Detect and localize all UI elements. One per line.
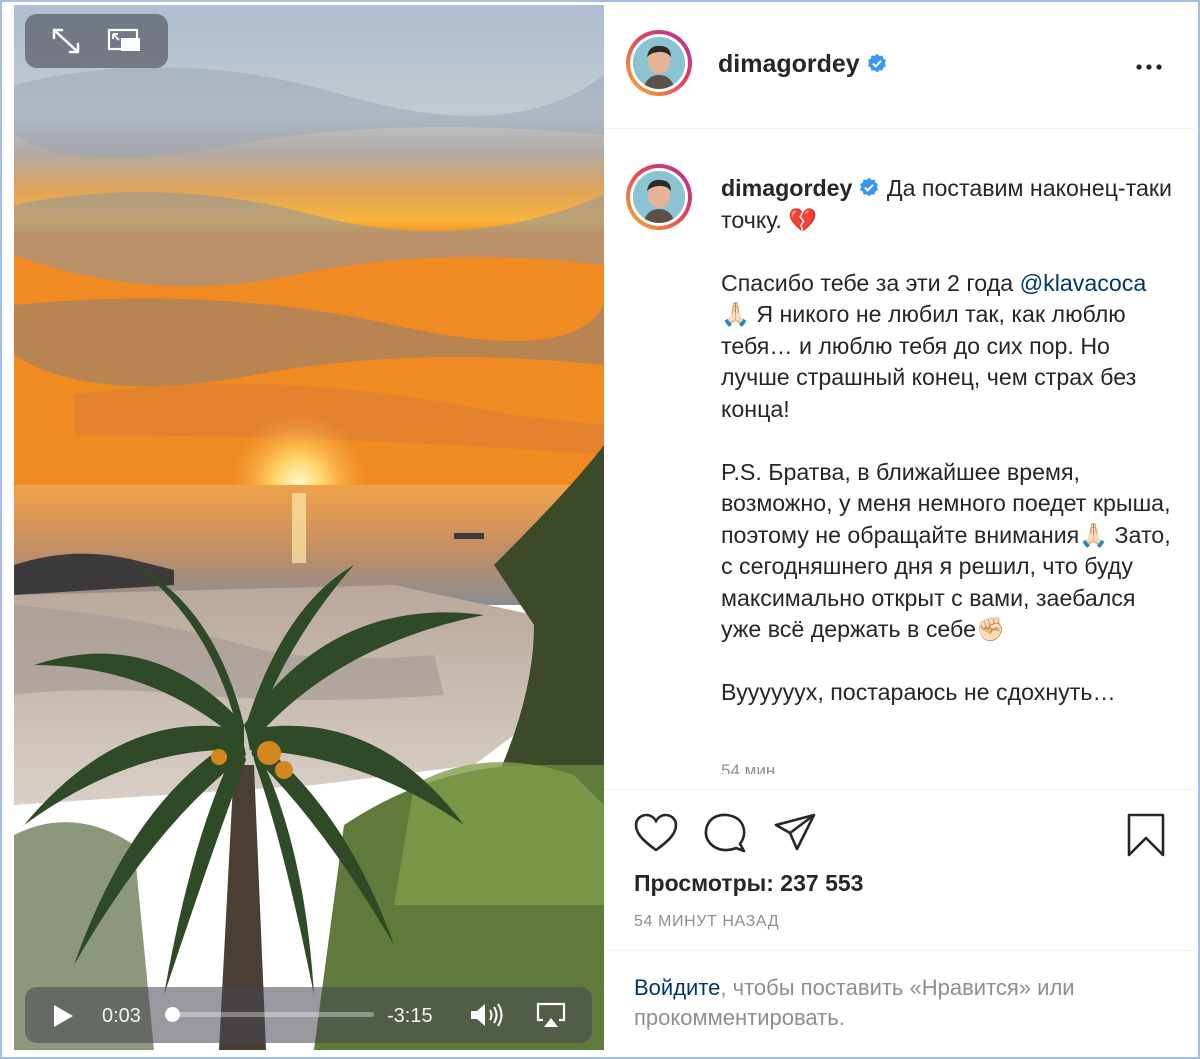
posted-time[interactable]: 54 МИНУТ НАЗАД [634, 913, 779, 931]
pip-controls [25, 14, 168, 68]
seek-knob[interactable] [165, 1007, 181, 1022]
volume-icon[interactable] [469, 1000, 505, 1030]
video-player[interactable]: 0:03 -3:15 [14, 5, 604, 1050]
caption-text-2a: Спасибо тебе за эти 2 года [721, 269, 1020, 296]
remaining-time: -3:15 [387, 1005, 433, 1027]
views-count[interactable]: Просмотры: 237 553 [634, 870, 863, 897]
video-controls: 0:03 -3:15 [25, 987, 592, 1043]
avatar-photo [633, 37, 685, 89]
avatar[interactable] [626, 30, 692, 96]
bookmark-icon[interactable] [1126, 812, 1166, 858]
post-header: dimagordey [605, 5, 1194, 129]
post-actions: Просмотры: 237 553 54 МИНУТ НАЗАД Войдит… [605, 789, 1194, 1055]
pray-emoji: 🙏🏻 [721, 301, 750, 328]
verified-badge-icon [867, 53, 886, 73]
more-options-icon[interactable] [1133, 53, 1165, 81]
caption-text-4: Вуууууух, постараюсь не сдохнуть… [721, 679, 1116, 705]
play-icon[interactable] [51, 1004, 75, 1028]
mention-link[interactable]: @klavacoca [1020, 270, 1147, 296]
seek-bar[interactable] [165, 1007, 374, 1022]
caption-area: dimagordey Да поставим наконец-таки точк… [605, 129, 1194, 774]
current-time: 0:03 [102, 1005, 141, 1027]
fist-emoji: ✊🏻 [975, 616, 1005, 643]
caption-relative-time: 54 мин. [721, 761, 780, 774]
post-caption: dimagordey Да поставим наконец-таки точк… [721, 173, 1176, 709]
comment-icon[interactable] [703, 812, 747, 854]
header-username[interactable]: dimagordey [718, 50, 860, 78]
header-user: dimagordey [718, 50, 888, 79]
caption-text-2b: Я никого не любил так, как люблю тебя… и… [721, 301, 1143, 422]
login-link[interactable]: Войдите [634, 975, 720, 1000]
login-prompt-text: Войдите, чтобы поставить «Нравится» или … [634, 973, 1174, 1033]
heart-icon[interactable] [634, 812, 678, 854]
expand-icon[interactable] [49, 26, 83, 56]
broken-heart-emoji: 💔 [788, 206, 818, 234]
picture-in-picture-icon[interactable] [107, 26, 141, 56]
share-icon[interactable] [773, 812, 817, 854]
airplay-icon[interactable] [536, 1001, 566, 1029]
avatar-photo [633, 171, 685, 223]
verified-badge-icon [860, 177, 879, 197]
caption-avatar[interactable] [626, 164, 692, 230]
post-panel: dimagordey dimagordey Да поставим наконе… [605, 5, 1194, 1050]
login-prompt: Войдите, чтобы поставить «Нравится» или … [605, 950, 1194, 1056]
sunset-beach-video-frame [14, 5, 604, 1050]
pray-emoji-2: 🙏🏻 [1079, 521, 1109, 549]
caption-username[interactable]: dimagordey [721, 175, 852, 201]
